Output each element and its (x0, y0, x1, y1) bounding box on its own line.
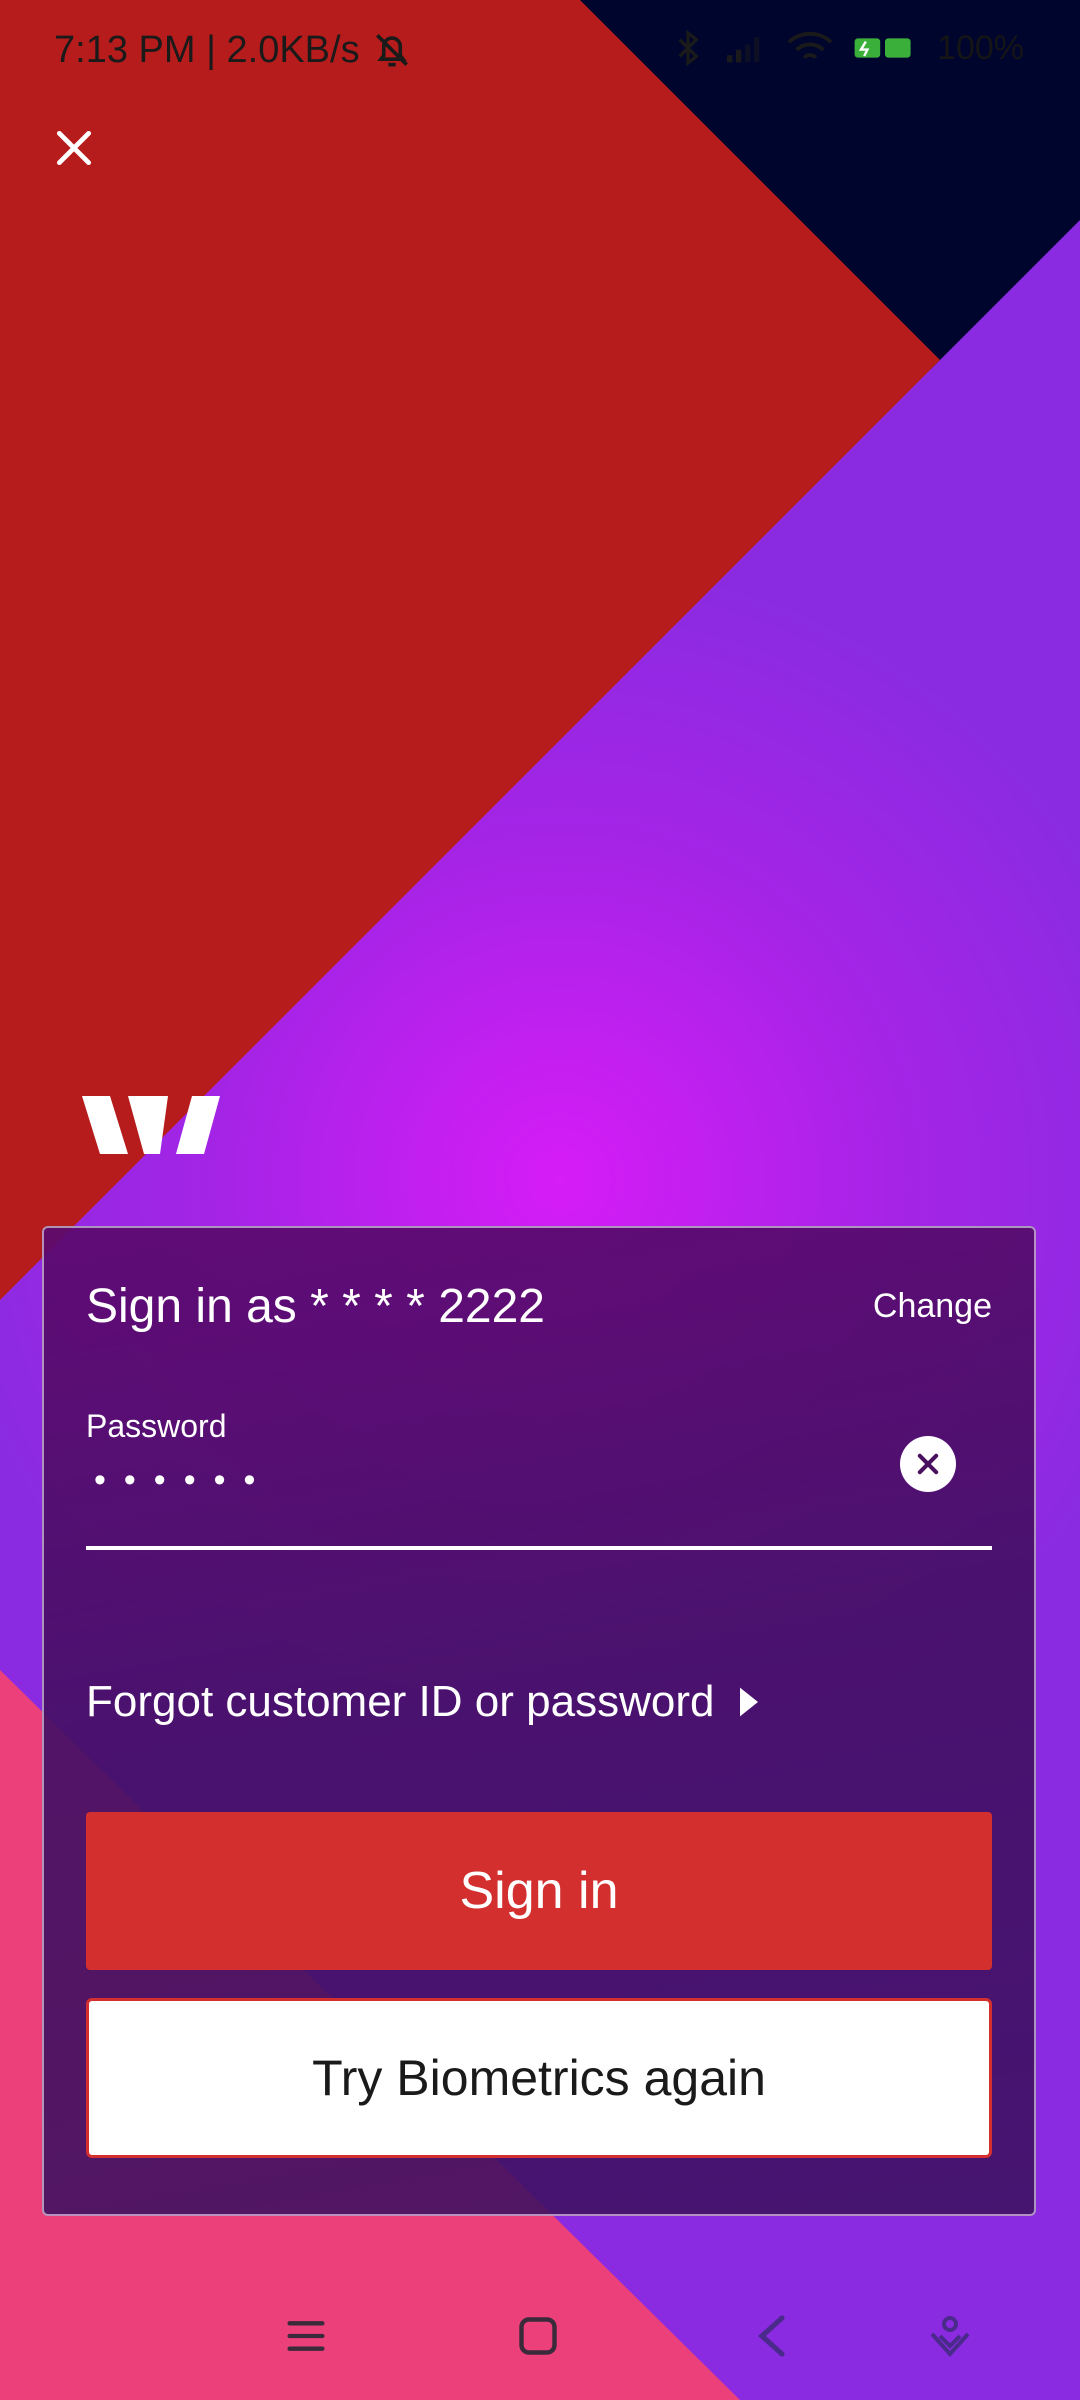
bank-logo (82, 1096, 222, 1158)
signal-icon (723, 30, 767, 66)
sign-in-as-label: Sign in as * * * * 2222 (86, 1279, 545, 1333)
menu-button[interactable] (270, 2300, 342, 2372)
battery-icon (853, 33, 917, 63)
password-underline (86, 1546, 992, 1550)
close-button[interactable] (44, 118, 104, 178)
bluetooth-icon (673, 28, 703, 68)
caret-right-icon (740, 1687, 759, 1717)
menu-icon (287, 2321, 325, 2351)
forgot-label: Forgot customer ID or password (86, 1677, 715, 1726)
sign-in-card: Sign in as * * * * 2222 Change Password … (42, 1226, 1036, 2216)
home-button[interactable] (502, 2300, 574, 2372)
status-left: 7:13 PM | 2.0KB/s (54, 28, 414, 72)
try-biometrics-button[interactable]: Try Biometrics again (86, 1998, 992, 2158)
screen: 7:13 PM | 2.0KB/s 100% Sign in as * * * … (0, 0, 1080, 2400)
clear-circle-icon (917, 1453, 939, 1475)
navigation-bar (0, 2270, 1080, 2400)
password-label: Password (86, 1408, 227, 1444)
change-link[interactable]: Change (873, 1287, 992, 1326)
sign-in-button[interactable]: Sign in (86, 1812, 992, 1970)
card-header: Sign in as * * * * 2222 Change (86, 1276, 992, 1336)
status-time: 7:13 PM | 2.0KB/s (54, 28, 360, 71)
back-icon (758, 2315, 785, 2357)
clear-password-button[interactable] (900, 1436, 956, 1492)
password-input[interactable]: •••••• (94, 1450, 273, 1510)
forgot-credentials-link[interactable]: Forgot customer ID or password (86, 1672, 759, 1732)
assistant-button[interactable] (914, 2300, 986, 2372)
back-button[interactable] (736, 2300, 808, 2372)
wifi-icon (787, 30, 833, 66)
status-bar: 7:13 PM | 2.0KB/s 100% (0, 0, 1080, 100)
close-icon (56, 130, 92, 166)
assistant-icon (930, 2316, 970, 2357)
battery-percent: 100% (937, 28, 1024, 67)
mute-bell-icon (370, 28, 414, 72)
home-square-icon (519, 2317, 557, 2355)
status-right: 100% (673, 28, 1024, 68)
